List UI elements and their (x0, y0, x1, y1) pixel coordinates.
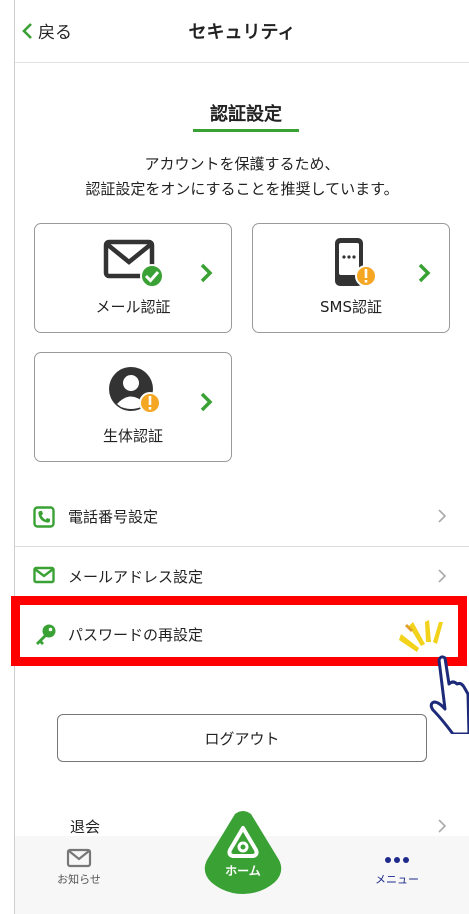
phone-warning-icon (335, 238, 377, 287)
page-title: セキュリティ (188, 22, 296, 43)
mail-check-icon (103, 239, 164, 288)
logout-button[interactable]: ログアウト (57, 714, 427, 762)
chevron-right-icon (438, 569, 447, 583)
row-label: 電話番号設定 (68, 508, 159, 526)
auth-description: アカウントを保護するため、 認証設定をオンにすることを推奨しています。 (15, 152, 469, 202)
tab-label: メニュー (375, 873, 419, 886)
card-label: メール認証 (95, 298, 171, 316)
mail-auth-card[interactable]: メール認証 (34, 223, 232, 333)
home-label: ホーム (225, 864, 261, 878)
phone-number-setting-row[interactable]: 電話番号設定 (15, 488, 469, 546)
sms-auth-card[interactable]: SMS認証 (252, 223, 450, 333)
more-dots-icon (385, 857, 409, 863)
home-button[interactable]: ホーム (201, 810, 285, 894)
tab-label: お知らせ (57, 873, 101, 886)
mail-icon (66, 848, 92, 868)
security-screen: 戻る セキュリティ 認証設定 アカウントを保護するため、 認証設定をオンにするこ… (11, 0, 469, 914)
chevron-right-icon (200, 263, 213, 283)
phone-icon (33, 506, 55, 528)
section-underline (193, 129, 299, 132)
description-line: 認証設定をオンにすることを推奨しています。 (85, 180, 399, 198)
card-label: 生体認証 (102, 427, 163, 445)
biometric-auth-card[interactable]: 生体認証 (34, 352, 232, 462)
chevron-right-icon (438, 509, 447, 523)
chevron-right-icon (200, 392, 213, 412)
mail-icon (33, 566, 55, 584)
row-label: 退会 (70, 818, 101, 836)
description-line: アカウントを保護するため、 (144, 155, 340, 173)
tab-notice[interactable]: お知らせ (49, 848, 109, 887)
chevron-right-icon (418, 263, 431, 283)
chevron-right-icon (438, 819, 447, 833)
pointer-hand-icon (429, 655, 469, 734)
person-warning-icon (109, 367, 161, 414)
auth-section-title: 認証設定 (210, 104, 282, 125)
card-label: SMS認証 (320, 298, 382, 316)
home-shape-icon (204, 811, 282, 894)
row-label: メールアドレス設定 (68, 568, 204, 586)
tab-menu[interactable]: メニュー (365, 848, 429, 887)
divider (15, 546, 469, 547)
header: 戻る セキュリティ (15, 0, 469, 63)
